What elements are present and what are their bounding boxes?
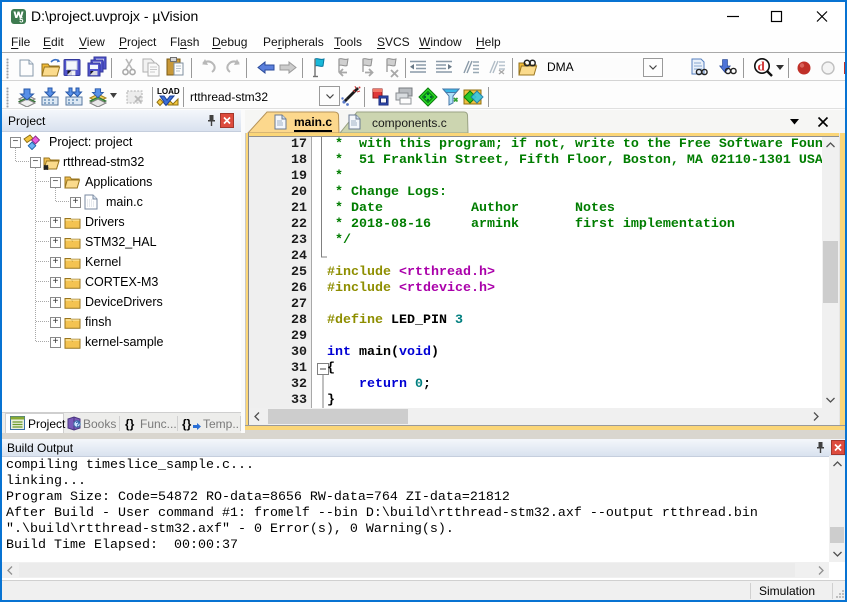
svg-text:5: 5	[19, 16, 23, 25]
svg-text:d: d	[758, 59, 766, 74]
svg-text:?: ?	[76, 422, 80, 429]
svg-text:LOAD: LOAD	[157, 87, 180, 96]
